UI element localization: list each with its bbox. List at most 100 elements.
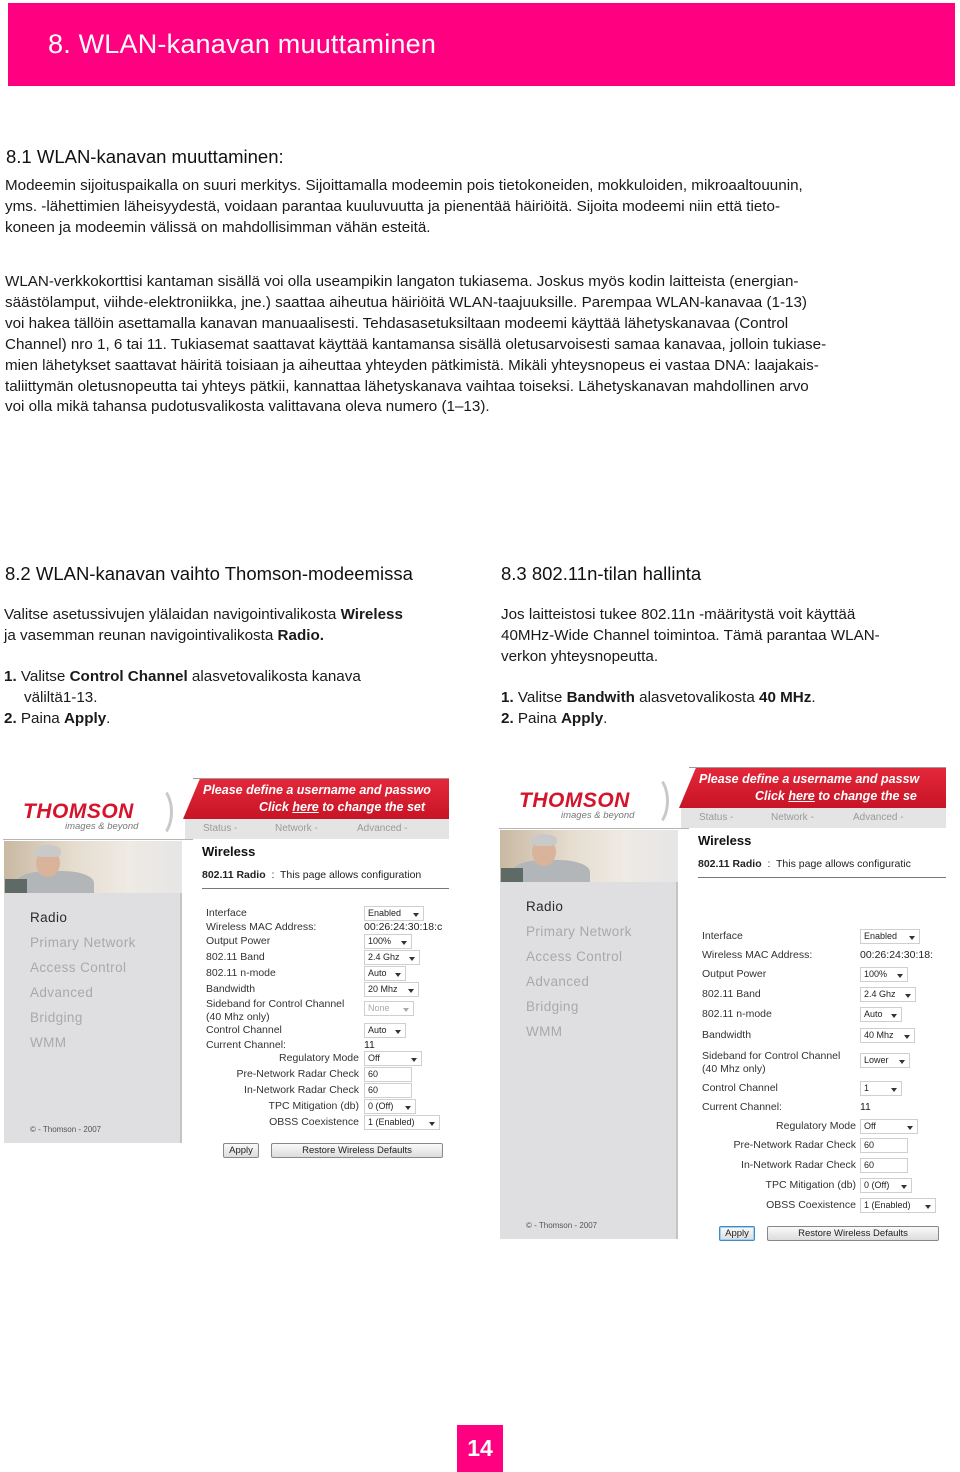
select-value: Lower: [864, 1055, 889, 1065]
in-network-radar-label: In-Network Radar Check: [244, 1084, 359, 1096]
section-8-1-heading: 8.1 WLAN-kanavan muuttaminen:: [6, 146, 284, 167]
logo-tagline: images & beyond: [65, 821, 139, 832]
chevron-down-icon: [925, 1204, 931, 1209]
left-nav-advanced[interactable]: Advanced: [526, 974, 589, 989]
obss-coexistence-select[interactable]: 1 (Enabled): [364, 1115, 440, 1130]
tpc-mitigation-select[interactable]: 0 (Off): [860, 1178, 912, 1193]
here-link[interactable]: here: [788, 789, 814, 803]
current-channel-label: Current Channel:: [206, 1039, 286, 1051]
copyright: © - Thomson - 2007: [30, 1125, 102, 1134]
nav-tab-network[interactable]: Network -: [275, 823, 318, 834]
text-line: Jos laitteistosi tukee 802.11n -määritys…: [501, 606, 856, 623]
n-mode-select[interactable]: Auto: [860, 1007, 902, 1022]
step-number: 1.: [4, 668, 17, 685]
left-nav-access-control[interactable]: Access Control: [30, 960, 126, 975]
page-description: 802.11 Radio : This page allows configur…: [202, 869, 449, 889]
text-line: mien lähetykset saattavat häiritä toisia…: [5, 356, 819, 374]
text-fragment: Click: [755, 789, 789, 803]
band-select[interactable]: 2.4 Ghz: [364, 950, 420, 965]
bandwidth-select[interactable]: 20 Mhz: [364, 982, 419, 997]
bold-term-apply: Apply: [63, 709, 107, 727]
nav-tab-status[interactable]: Status -: [699, 812, 733, 823]
bold-term-wireless: Wireless: [340, 606, 403, 623]
left-nav-bridging[interactable]: Bridging: [30, 1010, 83, 1025]
left-nav: Radio Primary Network Access Control Advanc…: [4, 893, 182, 1143]
left-nav: Radio Primary Network Access Control Advanc…: [500, 882, 678, 1239]
text-line: taliittymän oletusnopeutta tai yhteys pä…: [5, 377, 809, 395]
sideband-label-note: (40 Mhz only): [206, 1011, 270, 1023]
left-nav-primary-network[interactable]: Primary Network: [30, 935, 136, 950]
tpc-mitigation-select[interactable]: 0 (Off): [364, 1099, 416, 1114]
pre-network-radar-input[interactable]: 60: [860, 1138, 908, 1153]
select-value: 2.4 Ghz: [864, 989, 896, 999]
text-fragment: alasvetovalikosta: [634, 689, 760, 706]
left-nav-wmm[interactable]: WMM: [526, 1024, 562, 1039]
nav-tab-advanced[interactable]: Advanced -: [853, 812, 904, 823]
chevron-down-icon: [891, 1087, 897, 1092]
step-1: 1. Valitse Control Channel alasvetovalik…: [4, 667, 361, 688]
select-value: Auto: [368, 1025, 387, 1035]
interface-label: Interface: [206, 907, 247, 919]
select-value: 100%: [864, 969, 888, 979]
obss-coexistence-label: OBSS Coexistence: [269, 1116, 359, 1128]
restore-defaults-button[interactable]: Restore Wireless Defaults: [767, 1226, 939, 1241]
step-2: 2. Paina Apply.: [4, 709, 361, 730]
select-value: Auto: [368, 968, 387, 978]
banner-line-2: Click here to change the set: [259, 800, 425, 814]
login-warning-banner: Please define a username and passw Click …: [679, 768, 946, 808]
nav-tab-network[interactable]: Network -: [771, 812, 814, 823]
left-nav-bridging[interactable]: Bridging: [526, 999, 579, 1014]
regulatory-mode-select[interactable]: Off: [364, 1051, 422, 1066]
text-fragment: .: [603, 709, 608, 727]
n-mode-label: 802.11 n-mode: [702, 1008, 772, 1020]
interface-select[interactable]: Enabled: [860, 929, 920, 944]
chevron-down-icon: [408, 988, 414, 993]
current-channel-label: Current Channel:: [702, 1101, 782, 1113]
n-mode-label: 802.11 n-mode: [206, 967, 276, 979]
left-nav-advanced[interactable]: Advanced: [30, 985, 93, 1000]
text-line: Valitse asetussivujen ylälaidan navigoin…: [4, 605, 403, 626]
mac-address-value: 00:26:24:30:18:: [860, 949, 933, 961]
mac-address-value: 00:26:24:30:18:c: [364, 921, 443, 933]
nav-tab-advanced[interactable]: Advanced -: [357, 823, 408, 834]
sideband-select[interactable]: Lower: [860, 1053, 910, 1068]
output-power-select[interactable]: 100%: [364, 934, 412, 949]
control-channel-select[interactable]: 1: [860, 1081, 902, 1096]
left-nav-wmm[interactable]: WMM: [30, 1035, 66, 1050]
control-channel-label: Control Channel: [206, 1024, 282, 1036]
text-fragment: to change the set: [318, 800, 426, 814]
output-power-select[interactable]: 100%: [860, 967, 908, 982]
pre-network-radar-label: Pre-Network Radar Check: [236, 1068, 359, 1080]
sideband-label-note: (40 Mhz only): [702, 1063, 766, 1075]
step-2: 2. Paina Apply.: [501, 709, 816, 730]
band-select[interactable]: 2.4 Ghz: [860, 987, 916, 1002]
pre-network-radar-input[interactable]: 60: [364, 1067, 412, 1082]
left-nav-access-control[interactable]: Access Control: [526, 949, 622, 964]
n-mode-select[interactable]: Auto: [364, 966, 406, 981]
in-network-radar-input[interactable]: 60: [364, 1083, 412, 1098]
obss-coexistence-select[interactable]: 1 (Enabled): [860, 1198, 936, 1213]
top-nav: Status - Network - Advanced -: [185, 819, 449, 839]
step-number: 2.: [4, 709, 17, 727]
text-fragment: Click: [259, 800, 293, 814]
in-network-radar-input[interactable]: 60: [860, 1158, 908, 1173]
text-fragment: : This page allows configuration: [265, 869, 422, 881]
nav-tab-status[interactable]: Status -: [203, 823, 237, 834]
left-nav-primary-network[interactable]: Primary Network: [526, 924, 632, 939]
bandwidth-select[interactable]: 40 Mhz: [860, 1028, 915, 1043]
bold-term-40mhz: 40 MHz: [759, 689, 812, 706]
restore-defaults-button[interactable]: Restore Wireless Defaults: [271, 1143, 443, 1158]
interface-select[interactable]: Enabled: [364, 906, 424, 921]
here-link[interactable]: here: [292, 800, 318, 814]
left-nav-radio[interactable]: Radio: [30, 910, 67, 925]
section-8-3-heading: 8.3 802.11n-tilan hallinta: [501, 563, 702, 584]
control-channel-select[interactable]: Auto: [364, 1023, 406, 1038]
left-nav-radio[interactable]: Radio: [526, 899, 563, 914]
regulatory-mode-select[interactable]: Off: [860, 1119, 918, 1134]
apply-button[interactable]: Apply: [719, 1226, 755, 1241]
chevron-down-icon: [909, 935, 915, 940]
apply-button[interactable]: Apply: [223, 1143, 259, 1158]
chevron-down-icon: [413, 912, 419, 917]
banner-line-1: Please define a username and passw: [699, 772, 920, 786]
photo-hair: [531, 834, 557, 846]
